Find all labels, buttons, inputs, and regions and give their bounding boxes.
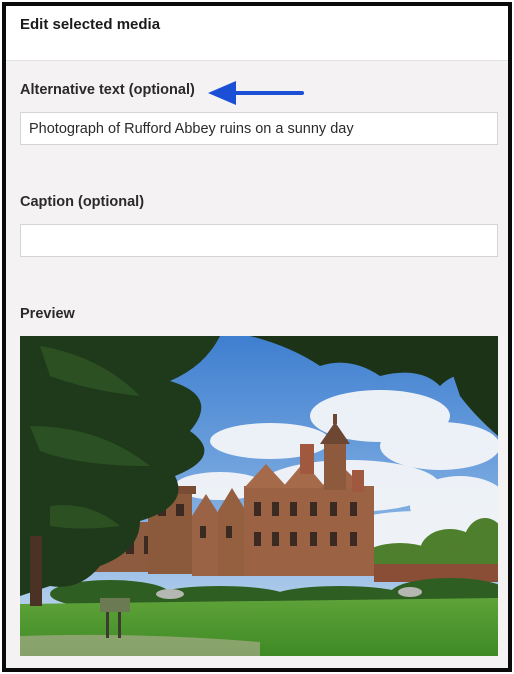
panel-header: Edit selected media (6, 6, 508, 61)
arrow-left-icon (208, 81, 304, 105)
preview-image (20, 336, 498, 656)
alt-text-label: Alternative text (optional) (20, 82, 195, 98)
caption-input[interactable] (20, 224, 498, 257)
preview-label: Preview (20, 306, 75, 322)
alt-text-input[interactable] (20, 112, 498, 145)
caption-label: Caption (optional) (20, 194, 145, 210)
edit-media-panel: Edit selected media Alternative text (op… (2, 2, 512, 672)
panel-title: Edit selected media (20, 16, 161, 33)
